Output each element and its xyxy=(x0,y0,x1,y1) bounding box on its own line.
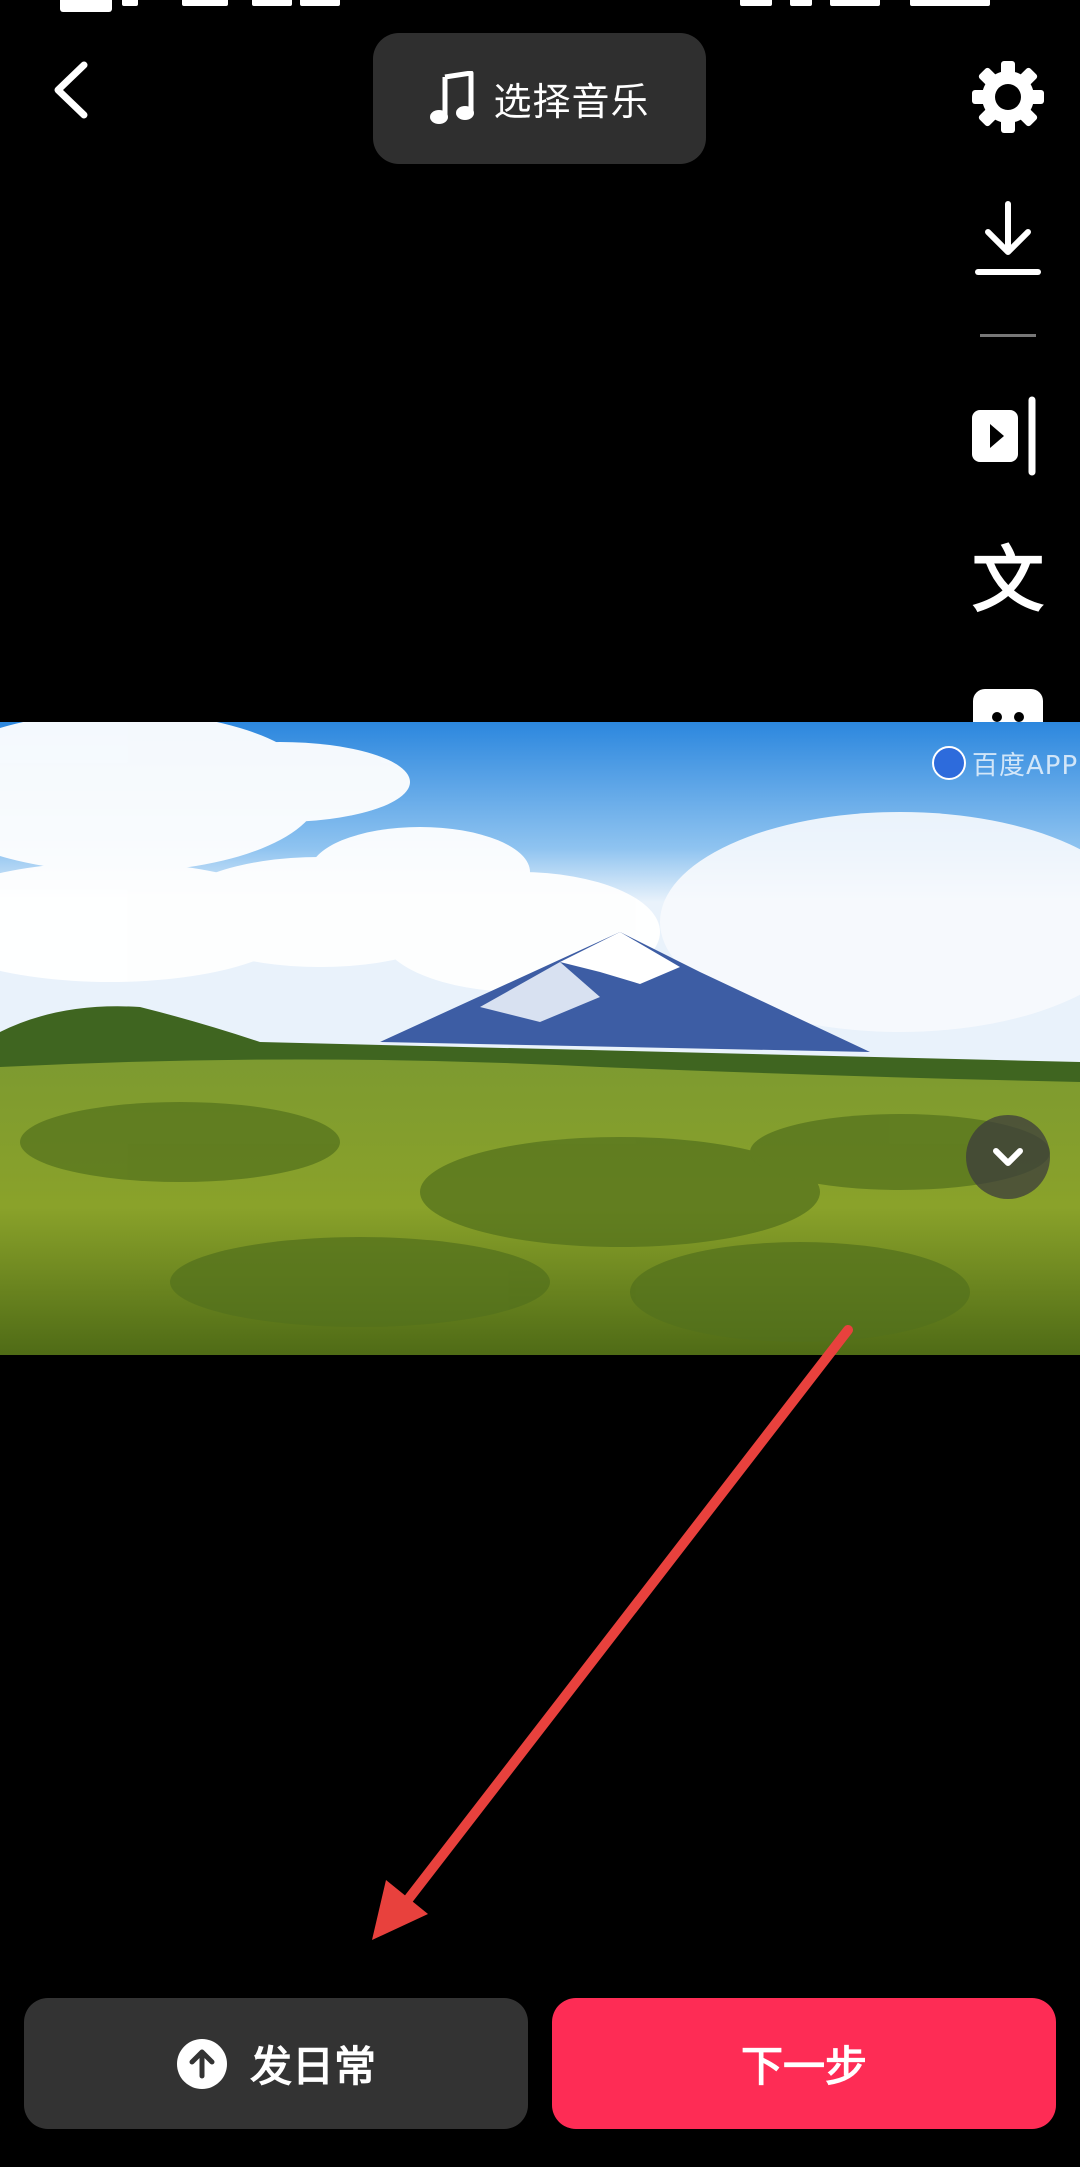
next-step-button[interactable]: 下一步 xyxy=(552,1998,1056,2129)
clip-button[interactable] xyxy=(960,388,1056,484)
clip-icon xyxy=(972,396,1036,476)
text-button[interactable]: 文 xyxy=(960,532,1056,628)
watermark-text: 百度APP xyxy=(972,750,1079,781)
toolbar-divider xyxy=(980,334,1036,337)
status-bar-right xyxy=(740,0,1040,14)
post-daily-label: 发日常 xyxy=(249,2042,376,2091)
select-music-label: 选择音乐 xyxy=(493,80,650,124)
post-daily-button[interactable]: 发日常 xyxy=(24,1998,528,2129)
clock xyxy=(910,0,990,6)
network-badge xyxy=(60,0,112,12)
landscape-image xyxy=(0,722,1080,1355)
nfc-icon xyxy=(740,0,772,6)
select-music-button[interactable]: 选择音乐 xyxy=(373,33,706,164)
download-button[interactable] xyxy=(960,192,1056,288)
text-icon: 文 xyxy=(971,538,1044,622)
download-icon xyxy=(975,201,1041,275)
back-button[interactable] xyxy=(40,55,110,125)
signal-icon xyxy=(182,0,228,6)
wifi-icon xyxy=(300,0,340,6)
chevron-left-icon xyxy=(54,61,88,119)
video-preview[interactable] xyxy=(0,722,1080,1355)
gear-icon xyxy=(972,61,1044,133)
sim-icon xyxy=(122,0,138,6)
battery-icon xyxy=(830,0,880,6)
music-note-icon xyxy=(430,70,475,124)
collapse-toolbar-button[interactable] xyxy=(966,1115,1050,1199)
settings-button[interactable] xyxy=(960,49,1056,145)
baidu-paw-icon xyxy=(932,746,966,780)
upload-circle-icon xyxy=(176,2038,227,2089)
next-step-label: 下一步 xyxy=(740,2042,867,2091)
bluetooth-icon xyxy=(790,0,812,6)
status-bar-left xyxy=(60,0,340,14)
signal-icon-2 xyxy=(252,0,292,6)
chevron-down-icon xyxy=(993,1148,1023,1166)
watermark: 百度APP xyxy=(932,745,1078,781)
